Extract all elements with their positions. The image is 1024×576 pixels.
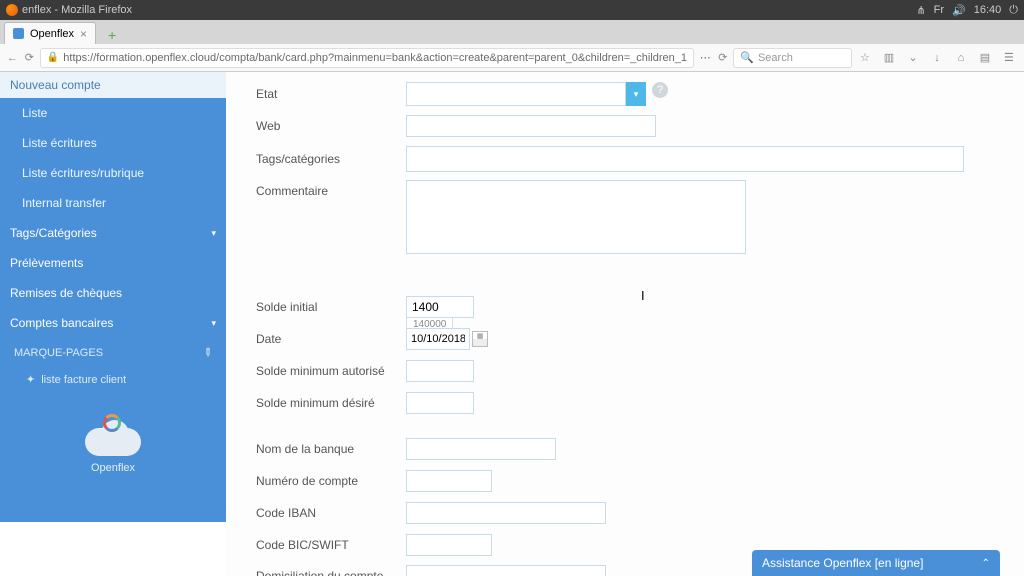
tags-input[interactable] xyxy=(406,146,964,172)
label-etat: Etat xyxy=(256,87,406,101)
menu-icon[interactable]: ☰ xyxy=(1000,49,1018,67)
url-text: https://formation.openflex.cloud/compta/… xyxy=(63,52,687,64)
sidebar-item-rubrique[interactable]: Liste écritures/rubrique xyxy=(0,158,226,188)
etat-select[interactable] xyxy=(406,82,626,106)
tab-favicon xyxy=(13,28,24,39)
label-acct-no: Numéro de compte xyxy=(256,474,406,488)
main-form: Etat ▾ ? Web Tags/catégories Commentaire… xyxy=(226,72,1024,576)
label-dom: Domiciliation du compte xyxy=(256,565,406,576)
download-icon[interactable]: ↓ xyxy=(928,49,946,67)
sidebar-cat-comptes[interactable]: Comptes bancaires ▾ xyxy=(0,308,226,338)
window-title: enflex - Mozilla Firefox xyxy=(22,4,132,16)
lock-icon: 🔒 xyxy=(47,52,59,63)
sound-icon[interactable]: 🔊 xyxy=(952,4,966,17)
iban-input[interactable] xyxy=(406,502,606,524)
sidebar-cat-tags[interactable]: Tags/Catégories ▾ xyxy=(0,218,226,248)
search-bar[interactable]: 🔍 Search xyxy=(733,48,852,68)
bank-name-input[interactable] xyxy=(406,438,556,460)
openflex-logo xyxy=(81,412,145,456)
chevron-up-icon: ⌃ xyxy=(982,558,990,569)
sidebar-cat-label: Tags/Catégories xyxy=(10,226,97,240)
back-button[interactable]: ← xyxy=(6,49,19,67)
bookmark-label: liste facture client xyxy=(41,374,126,386)
chat-label: Assistance Openflex [en ligne] xyxy=(762,556,923,570)
dom-textarea[interactable] xyxy=(406,565,606,576)
date-input[interactable] xyxy=(406,328,470,350)
label-min-auth: Solde minimum autorisé xyxy=(256,364,406,378)
lang-indicator[interactable]: Fr xyxy=(934,4,944,16)
solde-initial-input[interactable] xyxy=(406,296,474,318)
pocket-icon[interactable]: ⌄ xyxy=(904,49,922,67)
sidebar-item-transfer[interactable]: Internal transfer xyxy=(0,188,226,218)
sidebar-cat-label: Remises de chèques xyxy=(10,286,122,300)
tag-icon: ✦ xyxy=(26,373,35,386)
firefox-icon xyxy=(6,4,18,16)
chat-widget[interactable]: Assistance Openflex [en ligne] ⌃ xyxy=(752,550,1000,576)
tab-title: Openflex xyxy=(30,28,74,40)
label-iban: Code IBAN xyxy=(256,506,406,520)
reload-button[interactable]: ⟳ xyxy=(23,49,36,67)
label-date: Date xyxy=(256,332,406,346)
bookmark-item[interactable]: ✦ liste facture client xyxy=(0,367,226,392)
app-sidebar: Nouveau compte Liste Liste écritures Lis… xyxy=(0,72,226,522)
sidebar-icon[interactable]: ▤ xyxy=(976,49,994,67)
wifi-icon: ⋔ xyxy=(916,4,925,17)
new-tab-button[interactable]: + xyxy=(102,26,122,44)
reader-icon[interactable]: ⟳ xyxy=(716,49,729,67)
pin-icon[interactable]: ✎ xyxy=(200,345,216,361)
close-tab-icon[interactable]: × xyxy=(80,27,87,41)
library-icon[interactable]: ▥ xyxy=(880,49,898,67)
label-web: Web xyxy=(256,119,406,133)
label-bank-name: Nom de la banque xyxy=(256,442,406,456)
browser-tab[interactable]: Openflex × xyxy=(4,22,96,44)
sidebar-item-liste[interactable]: Liste xyxy=(0,98,226,128)
calendar-icon[interactable]: ▦ xyxy=(472,331,488,347)
sidebar-head[interactable]: Nouveau compte xyxy=(0,72,226,98)
etc-icon[interactable]: ⋯ xyxy=(698,51,712,64)
label-tags: Tags/catégories xyxy=(256,152,406,166)
min-desire-input[interactable] xyxy=(406,392,474,414)
bookmarks-heading: MARQUE-PAGES xyxy=(14,347,103,359)
sidebar-cat-label: Comptes bancaires xyxy=(10,316,113,330)
search-icon: 🔍 xyxy=(740,51,754,64)
home-icon[interactable]: ⌂ xyxy=(952,49,970,67)
power-icon[interactable]: ⏻ xyxy=(1009,4,1018,17)
label-solde-initial: Solde initial xyxy=(256,300,406,314)
acct-no-input xyxy=(406,470,492,492)
chevron-down-icon[interactable]: ▾ xyxy=(626,82,646,106)
min-auth-input[interactable] xyxy=(406,360,474,382)
address-bar[interactable]: 🔒 https://formation.openflex.cloud/compt… xyxy=(40,48,694,68)
chevron-down-icon: ▾ xyxy=(211,228,216,239)
comment-textarea[interactable] xyxy=(406,180,746,254)
label-min-desire: Solde minimum désiré xyxy=(256,396,406,410)
sidebar-item-ecritures[interactable]: Liste écritures xyxy=(0,128,226,158)
sidebar-cat-prelev[interactable]: Prélèvements xyxy=(0,248,226,278)
sidebar-cat-label: Prélèvements xyxy=(10,256,83,270)
label-comment: Commentaire xyxy=(256,180,406,198)
clock: 16:40 xyxy=(974,4,1002,16)
web-input[interactable] xyxy=(406,115,656,137)
bic-input[interactable] xyxy=(406,534,492,556)
label-bic: Code BIC/SWIFT xyxy=(256,538,406,552)
chevron-down-icon: ▾ xyxy=(211,318,216,329)
search-placeholder: Search xyxy=(758,52,793,64)
sidebar-cat-cheques[interactable]: Remises de chèques xyxy=(0,278,226,308)
brand-name: Openflex xyxy=(0,462,226,474)
help-icon[interactable]: ? xyxy=(652,82,668,98)
bookmark-icon[interactable]: ☆ xyxy=(856,49,874,67)
